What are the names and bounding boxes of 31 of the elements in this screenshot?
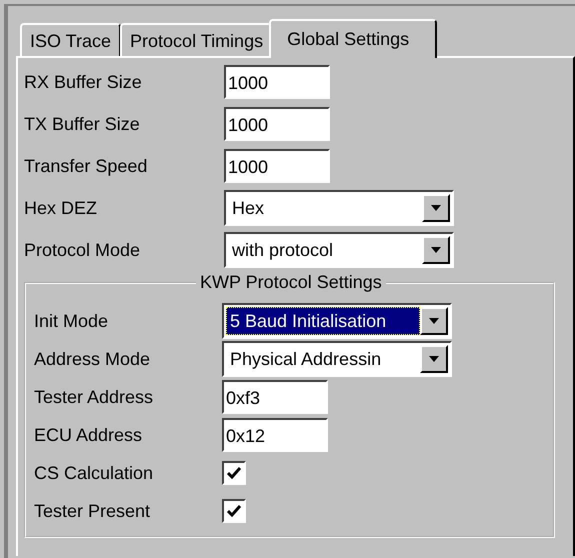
field-label: Hex DEZ xyxy=(24,198,98,218)
dropdown[interactable]: Hex xyxy=(224,190,454,226)
checkbox[interactable] xyxy=(222,499,246,523)
checkmark-icon xyxy=(227,505,241,517)
field-label: Init Mode xyxy=(34,310,110,332)
field-label: Protocol Mode xyxy=(24,240,142,260)
input-field[interactable]: 0x12 xyxy=(222,418,328,452)
field-label: ECU Address xyxy=(34,424,144,446)
group-title: KWP Protocol Settings xyxy=(196,272,386,293)
dropdown[interactable]: Physical Addressin xyxy=(222,341,452,377)
checkbox[interactable] xyxy=(222,461,246,485)
tab[interactable]: ISO Trace xyxy=(20,23,122,56)
caret-icon xyxy=(429,318,439,324)
dropdown[interactable]: with protocol xyxy=(224,232,454,268)
field-label: Tester Present xyxy=(34,500,152,522)
field-label: Tester Address xyxy=(34,386,154,408)
checkmark-icon xyxy=(227,467,241,479)
input-field[interactable]: 1000 xyxy=(224,65,330,99)
tab[interactable]: Global Settings xyxy=(269,19,438,58)
field-label: RX Buffer Size xyxy=(24,72,143,92)
dropdown[interactable]: 5 Baud Initialisation xyxy=(222,303,452,339)
input-field[interactable]: 1000 xyxy=(224,149,330,183)
input-field[interactable]: 1000 xyxy=(224,107,330,141)
caret-icon xyxy=(431,205,441,211)
field-label: Address Mode xyxy=(34,348,152,370)
field-label: TX Buffer Size xyxy=(24,114,141,134)
field-label: Transfer Speed xyxy=(24,156,148,176)
caret-icon xyxy=(429,356,439,362)
input-field[interactable]: 0xf3 xyxy=(222,380,328,414)
field-label: CS Calculation xyxy=(34,462,154,484)
caret-icon xyxy=(431,247,441,253)
